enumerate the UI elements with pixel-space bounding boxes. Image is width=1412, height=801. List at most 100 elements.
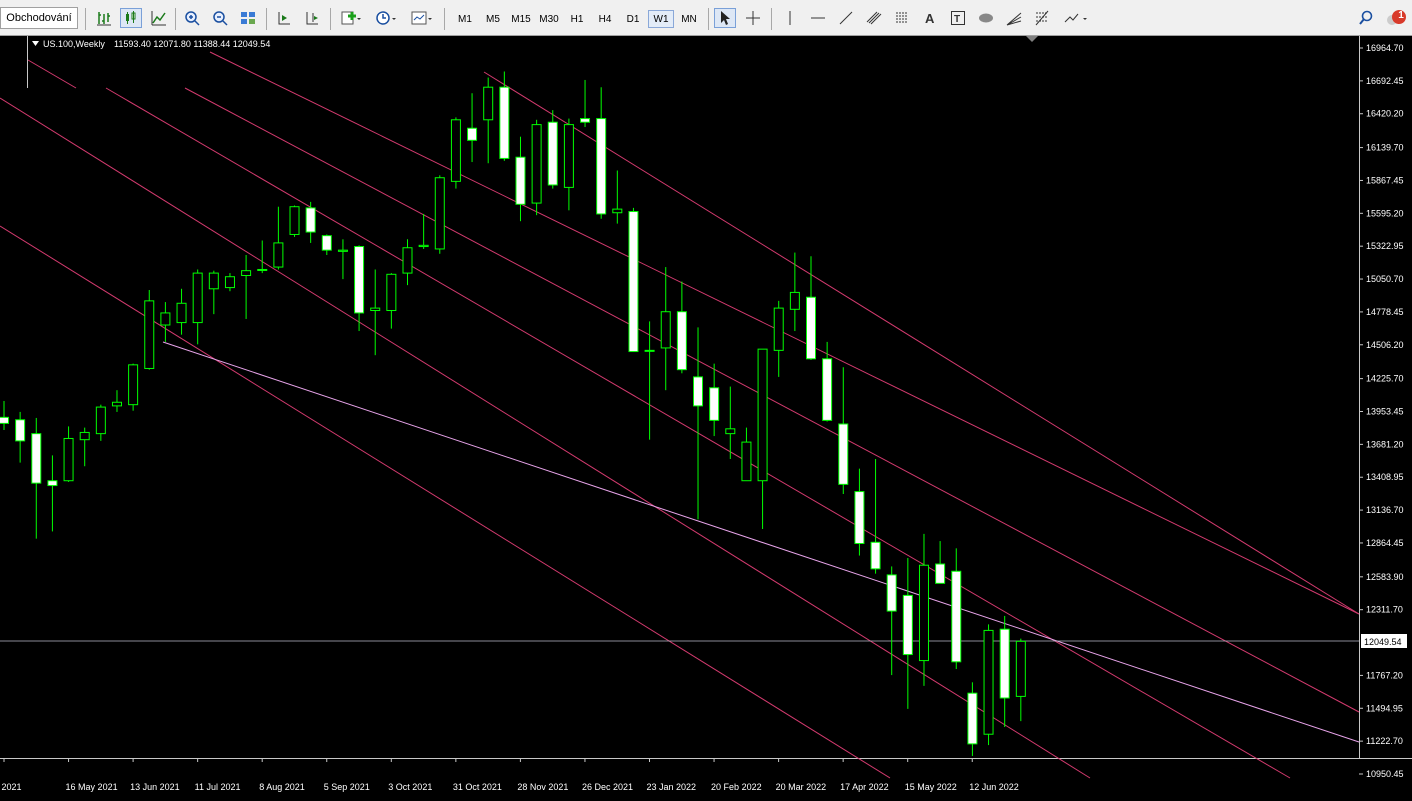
fibonacci-retracement-icon[interactable] <box>891 8 913 28</box>
indicators-icon[interactable] <box>337 8 365 28</box>
time-tick-label: 3 Oct 2021 <box>388 782 432 792</box>
candle-body-bull <box>95 406 106 435</box>
price-tick-label: 15322.95 <box>1366 241 1404 251</box>
time-tick-label: 15 May 2022 <box>905 782 957 792</box>
candle-body-bull <box>660 311 671 349</box>
price-tick-label: 13681.20 <box>1366 439 1404 449</box>
candle-body-bull <box>337 249 348 252</box>
candle-body-bull <box>741 441 752 482</box>
candle-body-bull <box>434 177 445 250</box>
timeframe-h4[interactable]: H4 <box>592 10 618 28</box>
candle-body-bear <box>822 358 833 421</box>
candle <box>144 289 155 370</box>
candle-body-bull <box>789 291 800 310</box>
current-price-label: 12049.54 <box>1364 637 1402 647</box>
candle <box>289 205 300 237</box>
candle <box>531 119 542 216</box>
toolbar-separator <box>771 8 772 30</box>
timeframe-w1[interactable]: W1 <box>648 10 674 28</box>
candle-body-bear <box>467 127 478 141</box>
candle-body-bear <box>870 541 881 570</box>
timeframe-m15[interactable]: M15 <box>508 10 534 28</box>
candle-body-bull <box>370 307 381 312</box>
price-tick-label: 16139.70 <box>1366 143 1404 153</box>
candle-body-bear <box>15 419 26 442</box>
search-icon[interactable] <box>1355 8 1377 28</box>
arrows-tool-icon[interactable] <box>1061 8 1091 28</box>
price-tick-label: 12864.45 <box>1366 538 1404 548</box>
candle-body-bear <box>47 480 58 487</box>
text-tool-icon[interactable]: A <box>919 8 941 28</box>
price-marker: 12049.54 <box>1361 634 1407 648</box>
candle-body-bear <box>499 86 510 159</box>
candle-body-bull <box>144 300 155 369</box>
candle-body-bear <box>580 118 591 123</box>
horizontal-line-icon[interactable] <box>807 8 829 28</box>
candle-body-bull <box>111 401 122 407</box>
price-tick-label: 11767.20 <box>1366 670 1403 680</box>
market-watch-tab[interactable]: Obchodování <box>0 7 78 29</box>
notifications-icon[interactable]: 1 <box>1384 8 1410 28</box>
candle-body-bear <box>838 423 849 485</box>
time-tick-label: 13 Jun 2021 <box>130 782 180 792</box>
zoom-out-icon[interactable] <box>209 8 231 28</box>
ellipse-icon[interactable] <box>975 8 997 28</box>
timeframe-mn[interactable]: MN <box>676 10 702 28</box>
timeframe-h1[interactable]: H1 <box>564 10 590 28</box>
templates-icon[interactable] <box>408 8 436 28</box>
candle-body-bear <box>951 570 962 663</box>
candle-body-bear <box>806 296 816 360</box>
auto-scroll-icon[interactable] <box>273 8 295 28</box>
vertical-line-icon[interactable] <box>779 8 801 28</box>
crosshair-icon[interactable] <box>742 8 764 28</box>
main-toolbar: Obchodování M1 M5 M15 M30 H1 H4 D1 W1 MN <box>0 0 1412 36</box>
candlestick-chart-icon[interactable] <box>120 8 142 28</box>
candle-body-bull <box>531 124 542 204</box>
candle-body-bull <box>289 206 300 235</box>
time-tick-label: 8 Aug 2021 <box>259 782 305 792</box>
equidistant-channel-icon[interactable] <box>863 8 885 28</box>
candle-body-bull <box>563 124 574 188</box>
time-tick-label: 5 Sep 2021 <box>324 782 370 792</box>
candle-body-bull <box>79 431 90 441</box>
chart-window[interactable]: 16964.70 16692.45 16420.20 16139.70 15867.45… <box>0 36 1412 796</box>
toolbar-separator <box>444 8 445 30</box>
candle-body-bear <box>0 416 9 424</box>
candle-body-bear <box>676 311 687 371</box>
candle-body-bull <box>612 208 623 214</box>
periods-clock-icon[interactable] <box>372 8 400 28</box>
price-chart[interactable]: 16964.70 16692.45 16420.20 16139.70 15867.45… <box>0 36 1412 796</box>
candle-body-bull <box>192 272 203 324</box>
bar-chart-icon[interactable] <box>93 8 115 28</box>
time-tick-label: 20 Mar 2022 <box>776 782 827 792</box>
cursor-arrow-icon[interactable] <box>714 8 736 28</box>
candle-body-bull <box>773 307 784 351</box>
text-label-icon[interactable]: T <box>947 8 969 28</box>
zoom-in-icon[interactable] <box>181 8 203 28</box>
fibonacci-expansion-icon[interactable] <box>1031 8 1053 28</box>
chart-shift-icon[interactable] <box>301 8 323 28</box>
candle <box>434 175 445 254</box>
timeframe-m30[interactable]: M30 <box>536 10 562 28</box>
candle-body-bull <box>983 629 994 735</box>
timeframe-m1[interactable]: M1 <box>452 10 478 28</box>
line-chart-icon[interactable] <box>148 8 170 28</box>
candle-body-bull <box>386 273 397 312</box>
candle <box>128 363 139 411</box>
candle-body-bull <box>160 312 171 326</box>
candle-body-bull <box>725 428 736 435</box>
tile-windows-icon[interactable] <box>237 8 259 28</box>
trendline-icon[interactable] <box>835 8 857 28</box>
ohlc-label: 11593.40 12071.80 11388.44 12049.54 <box>114 39 270 49</box>
fibonacci-fan-icon[interactable] <box>1003 8 1025 28</box>
notification-count: 1 <box>1398 10 1404 21</box>
timeframe-d1[interactable]: D1 <box>620 10 646 28</box>
toolbar-separator <box>266 8 267 30</box>
candle-body-bull <box>1015 640 1026 697</box>
price-tick-label: 12583.90 <box>1366 572 1404 582</box>
candle-body-bull <box>224 276 235 289</box>
candle <box>547 110 558 189</box>
candle-body-bull <box>63 437 74 482</box>
symbol-label: US.100,Weekly <box>43 39 105 49</box>
timeframe-m5[interactable]: M5 <box>480 10 506 28</box>
